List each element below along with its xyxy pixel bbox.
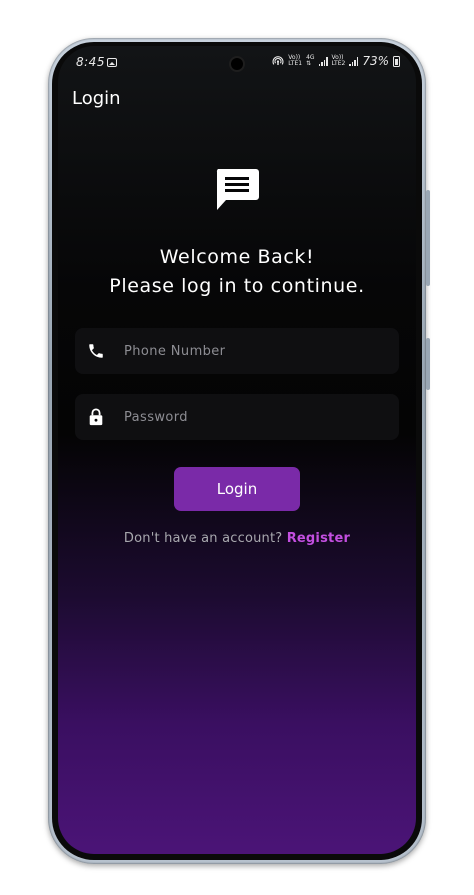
status-time: 8:45 bbox=[76, 55, 105, 69]
register-link[interactable]: Register bbox=[287, 531, 350, 546]
phone-number-input[interactable] bbox=[122, 335, 399, 367]
register-prompt: Don't have an account? Register bbox=[58, 531, 416, 546]
network-lte1-label: LTE1 bbox=[288, 60, 303, 67]
register-prompt-text: Don't have an account? bbox=[123, 531, 287, 546]
phone-number-field[interactable] bbox=[75, 328, 399, 374]
network-lte2: Vo)) LTE2 bbox=[332, 55, 346, 67]
volume-key bbox=[426, 190, 430, 286]
phone-screen: 8:45 Vo)) LTE1 4G ⇅ Vo)) LTE2 73% Login … bbox=[58, 46, 416, 854]
battery-icon bbox=[393, 55, 400, 67]
login-button[interactable]: Login bbox=[174, 467, 300, 511]
status-bar: 8:45 Vo)) LTE1 4G ⇅ Vo)) LTE2 73% bbox=[58, 54, 416, 74]
network-4g: 4G ⇅ bbox=[306, 55, 314, 67]
power-key bbox=[426, 338, 430, 390]
hotspot-icon bbox=[272, 56, 284, 65]
app-bar-title: Login bbox=[72, 88, 121, 109]
welcome-subheading: Please log in to continue. bbox=[109, 275, 365, 297]
gallery-notification-icon bbox=[107, 58, 117, 67]
password-field[interactable] bbox=[75, 394, 399, 440]
lock-icon bbox=[86, 407, 106, 427]
signal-strength-icon-1 bbox=[318, 56, 328, 66]
phone-icon bbox=[86, 341, 106, 361]
message-icon bbox=[216, 169, 259, 210]
battery-percent: 73% bbox=[362, 53, 389, 68]
data-arrows-icon: ⇅ bbox=[306, 60, 312, 67]
screenshot-stage: 8:45 Vo)) LTE1 4G ⇅ Vo)) LTE2 73% Login … bbox=[0, 0, 474, 895]
network-lte2-label: LTE2 bbox=[331, 60, 346, 67]
network-lte1: Vo)) LTE1 bbox=[288, 55, 302, 67]
welcome-heading: Welcome Back! bbox=[159, 246, 315, 268]
password-input[interactable] bbox=[122, 401, 399, 433]
signal-strength-icon-2 bbox=[349, 56, 359, 66]
status-indicators: Vo)) LTE1 4G ⇅ Vo)) LTE2 73% bbox=[272, 55, 400, 67]
